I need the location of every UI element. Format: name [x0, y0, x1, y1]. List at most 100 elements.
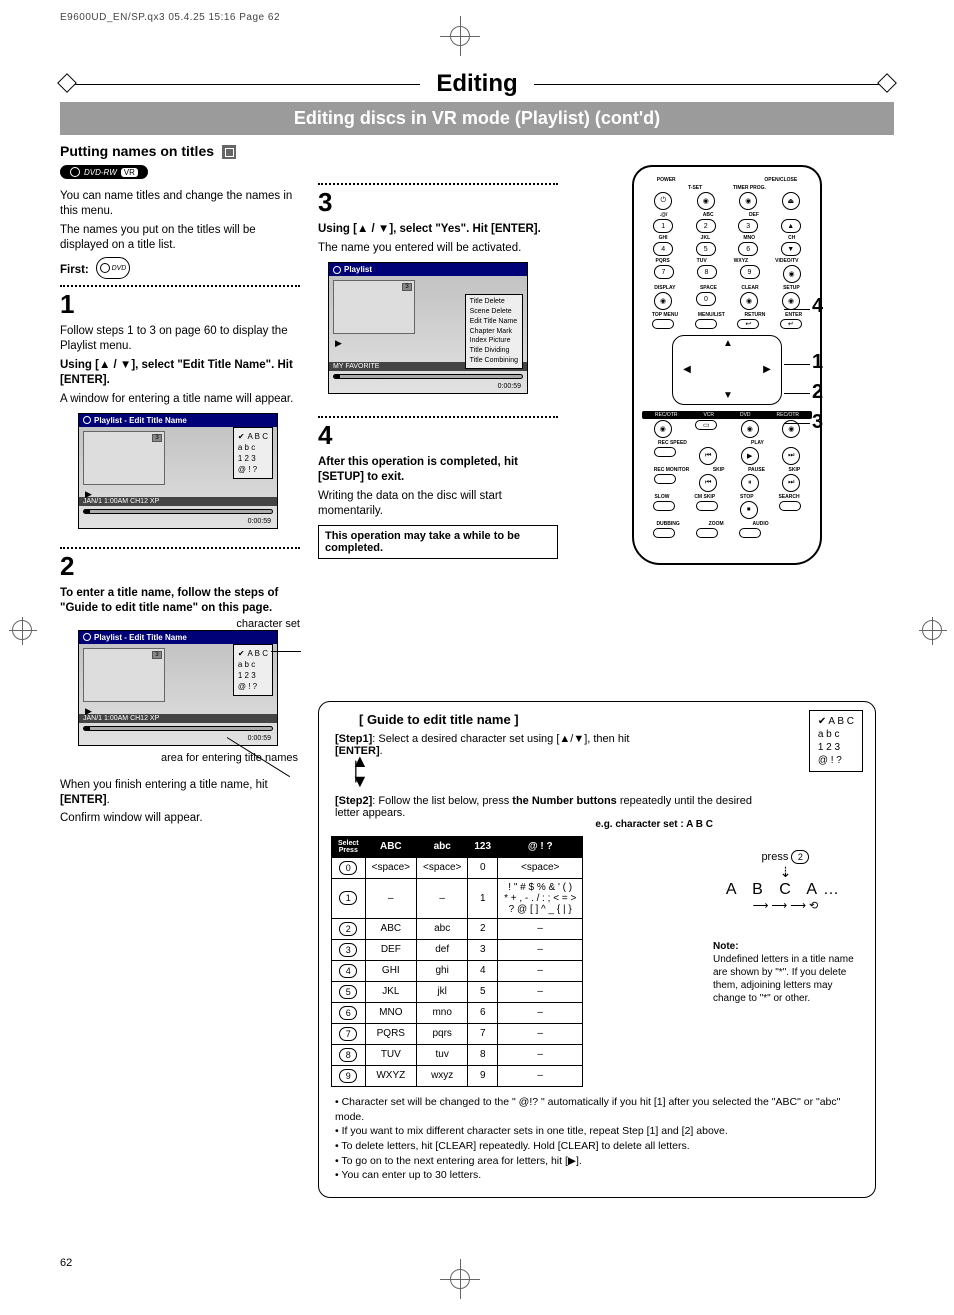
table-cell: PQRS	[365, 1023, 416, 1044]
step4-text: Writing the data on the disc will start …	[318, 489, 558, 519]
remote-ref-3: 3	[812, 411, 823, 434]
thumbnail: 3	[83, 648, 165, 702]
table-cell: GHI	[365, 960, 416, 981]
disc-icon	[83, 633, 91, 641]
charset-panel: A B C a b c 1 2 3 @ ! ?	[233, 644, 273, 697]
table-cell: –	[498, 981, 583, 1002]
charset-panel: A B C a b c 1 2 3 @ ! ?	[233, 427, 273, 480]
guide-step1: [Step1]: Select a desired character set …	[335, 733, 665, 757]
step-number-1: 1	[60, 289, 300, 320]
key-6: 6	[738, 242, 758, 256]
key-2: 2	[696, 219, 716, 233]
thumbnail: 3	[333, 280, 415, 334]
step4-instruction: After this operation is completed, hit […	[318, 455, 558, 485]
dvd-rw-badge: DVD-RW VR	[60, 165, 148, 179]
table-cell: <space>	[498, 857, 583, 878]
power-button: ⏻	[654, 192, 672, 210]
left-arrow-icon: ◀	[681, 364, 693, 376]
guide-box: [ Guide to edit title name ] A B C a b c…	[318, 701, 876, 1198]
table-cell: 7	[468, 1023, 498, 1044]
guide-bullet: Character set will be changed to the " @…	[335, 1095, 863, 1124]
table-cell: –	[417, 878, 468, 918]
dvd-mode-icon: DVD	[96, 257, 130, 279]
guide-example: press 2 ⇣ A B C A… ⟶ ⟶ ⟶ ⟲	[726, 850, 845, 912]
step1-result: A window for entering a title name will …	[60, 392, 300, 407]
keycap-9: 9	[339, 1069, 357, 1083]
up-arrow-icon: ▲	[722, 338, 734, 350]
table-cell: –	[498, 939, 583, 960]
step1-text: Follow steps 1 to 3 on page 60 to displa…	[60, 324, 300, 354]
remote-ref-4: 4	[812, 295, 823, 318]
table-cell: –	[498, 1065, 583, 1086]
table-cell: def	[417, 939, 468, 960]
table-cell: –	[365, 878, 416, 918]
table-cell: 0	[468, 857, 498, 878]
step-number-2: 2	[60, 551, 300, 582]
step3-instruction: Using [▲ / ▼], select "Yes". Hit [ENTER]…	[318, 222, 558, 237]
page-subtitle: Editing discs in VR mode (Playlist) (con…	[60, 102, 894, 135]
title-ornament-left	[57, 73, 77, 93]
key-0: 0	[696, 292, 716, 306]
right-arrow-icon: ▶	[761, 364, 773, 376]
down-arrow-icon: ▼	[722, 390, 734, 402]
table-cell: WXYZ	[365, 1065, 416, 1086]
intro-text-1: You can name titles and change the names…	[60, 189, 300, 219]
table-cell: –	[498, 960, 583, 981]
remote-ref-1: 1	[812, 351, 823, 374]
pause-button: ⏸	[741, 474, 759, 492]
step-number-3: 3	[318, 187, 558, 218]
key-3: 3	[738, 219, 758, 233]
table-cell: 4	[468, 960, 498, 981]
menu-panel: Title DeleteScene Delete Edit Title Name…	[465, 294, 523, 369]
table-cell: 2	[468, 918, 498, 939]
section-heading: Putting names on titles	[60, 143, 894, 159]
play-icon: ▶	[85, 489, 273, 500]
table-cell: ghi	[417, 960, 468, 981]
key-4: 4	[653, 242, 673, 256]
registration-mark-right	[922, 620, 942, 640]
disc-icon	[333, 266, 341, 274]
table-corner: SelectPress	[332, 836, 366, 857]
setup-button: ◉	[782, 292, 800, 310]
table-cell: TUV	[365, 1044, 416, 1065]
table-cell: –	[498, 1023, 583, 1044]
guide-title: [ Guide to edit title name ]	[359, 712, 863, 727]
disc-icon	[70, 167, 80, 177]
key-1: 1	[653, 219, 673, 233]
guide-step2: [Step2]: Follow the list below, press th…	[335, 795, 755, 819]
guide-example-caption: e.g. character set : A B C	[331, 819, 713, 830]
step2-text: When you finish entering a title name, h…	[60, 778, 300, 808]
remote-ref-2: 2	[812, 381, 823, 404]
step3-text: The name you entered will be activated.	[318, 241, 558, 256]
step-number-4: 4	[318, 420, 558, 451]
section-icon	[222, 145, 236, 159]
play-button: ▶	[741, 447, 759, 465]
keycap-8: 8	[339, 1048, 357, 1062]
updown-arrow-icon: ▲│▼	[351, 757, 863, 787]
table-cell: mno	[417, 1002, 468, 1023]
ch-down: ▼	[781, 242, 801, 256]
keycap-0: 0	[339, 861, 357, 875]
keycap-6: 6	[339, 1006, 357, 1020]
keycap-4: 4	[339, 964, 357, 978]
first-label: First: DVD	[60, 257, 300, 279]
guide-bullet: To go on to the next entering area for l…	[335, 1154, 863, 1169]
table-cell: <space>	[417, 857, 468, 878]
title-ornament-right	[877, 73, 897, 93]
pointer-line	[271, 651, 301, 652]
page-title: Editing	[420, 70, 533, 98]
remote-diagram: POWEROPEN/CLOSE T-SETTIMER PROG. ⏻◉◉⏏ .@…	[632, 165, 822, 565]
guide-bullet: If you want to mix different character s…	[335, 1124, 863, 1139]
table-cell: MNO	[365, 1002, 416, 1023]
key-8: 8	[697, 265, 717, 279]
print-header: E9600UD_EN/SP.qx3 05.4.25 15:16 Page 62	[60, 12, 280, 23]
ch-up: ▲	[781, 219, 801, 233]
table-cell: wxyz	[417, 1065, 468, 1086]
guide-note: Note: Undefined letters in a title name …	[713, 940, 863, 1005]
play-icon: ▶	[85, 706, 273, 717]
disc-icon	[83, 416, 91, 424]
table-cell: ABC	[365, 918, 416, 939]
table-cell: 3	[468, 939, 498, 960]
enter-button: ↵	[780, 319, 802, 329]
intro-text-2: The names you put on the titles will be …	[60, 223, 300, 253]
